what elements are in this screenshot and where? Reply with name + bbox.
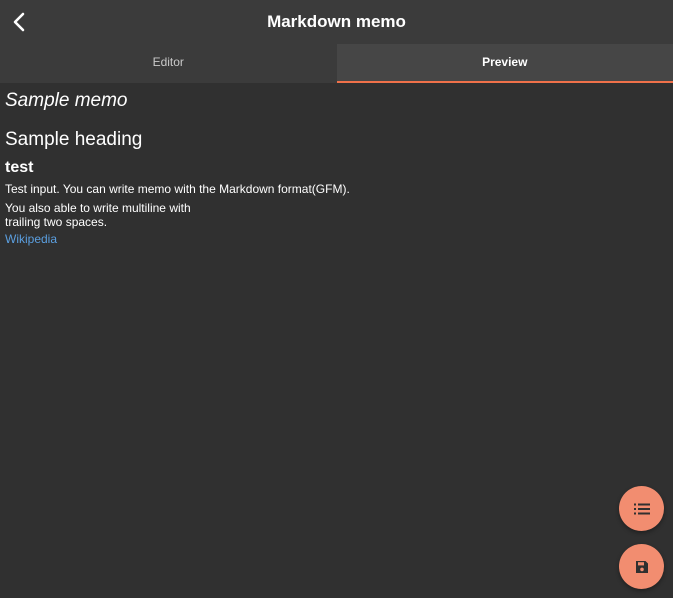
- save-button[interactable]: [619, 544, 664, 589]
- list-button[interactable]: [619, 486, 664, 531]
- list-icon: [633, 503, 650, 514]
- page-title: Markdown memo: [267, 12, 406, 31]
- tab-bar: Editor Preview: [0, 44, 673, 83]
- app-header: Markdown memo: [0, 0, 673, 44]
- back-button[interactable]: [2, 4, 36, 40]
- paragraph-line-1: You also able to write multiline with: [5, 201, 191, 215]
- wikipedia-link[interactable]: Wikipedia: [5, 232, 57, 246]
- tab-editor[interactable]: Editor: [0, 44, 337, 83]
- preview-subheading: test: [5, 159, 34, 176]
- memo-title: Sample memo: [5, 90, 128, 111]
- preview-heading: Sample heading: [5, 129, 143, 150]
- chevron-left-icon: [13, 12, 25, 32]
- markdown-preview: Sample memo Sample heading test Test inp…: [5, 88, 665, 248]
- preview-paragraph: Test input. You can write memo with the …: [5, 182, 350, 196]
- save-icon: [635, 560, 648, 573]
- paragraph-line-2: trailing two spaces.: [5, 215, 108, 229]
- tab-preview[interactable]: Preview: [336, 44, 673, 83]
- app-root: Markdown memo Editor Preview Sample memo…: [0, 0, 673, 598]
- preview-multiline-paragraph: You also able to write multiline with tr…: [5, 201, 665, 229]
